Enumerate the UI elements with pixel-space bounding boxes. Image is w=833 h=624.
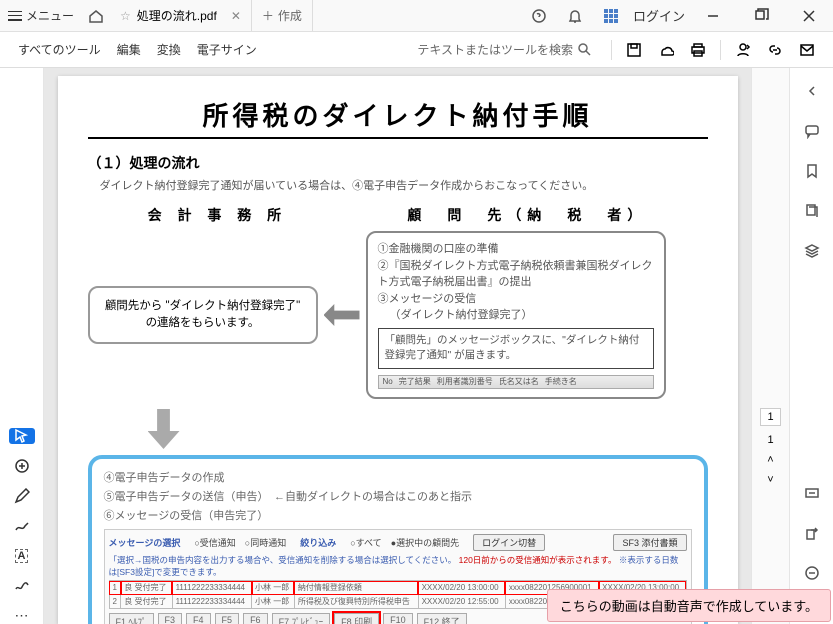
right-steps-box: ①金融機関の口座の準備 ②『国税ダイレクト方式電子納税依頼書兼国税ダイレクト方式… xyxy=(366,231,666,399)
help-icon xyxy=(531,8,547,24)
cloud-button[interactable] xyxy=(654,38,678,62)
inner-message: 「顧問先」のメッセージボックスに、"ダイレクト納付登録完了通知" が届きます。 xyxy=(378,328,654,370)
esign-tool[interactable]: 電子サイン xyxy=(189,37,265,62)
rotate-button[interactable] xyxy=(801,522,823,544)
minimize-button[interactable] xyxy=(693,2,733,30)
pages-icon xyxy=(804,203,820,219)
zoom-out[interactable] xyxy=(801,562,823,584)
text-tool[interactable]: A xyxy=(9,548,35,563)
pdf-page: 所得税のダイレクト納付手順 （１）処理の流れ ダイレクト納付登録完了通知が届いて… xyxy=(58,76,738,624)
chat-icon xyxy=(804,123,820,139)
tab-close[interactable]: ✕ xyxy=(231,9,241,23)
star-icon: ☆ xyxy=(120,9,131,23)
scroll-down[interactable]: ˅ xyxy=(767,474,773,486)
bookmark-panel[interactable] xyxy=(801,160,823,182)
cursor-icon xyxy=(14,428,30,444)
text-icon: A xyxy=(15,549,29,563)
menu-label: メニュー xyxy=(26,7,74,24)
close-button[interactable] xyxy=(789,2,829,30)
tiny-header-bar: No 完了結果 利用者識別番号 氏名又は名 手続き名 xyxy=(378,375,654,389)
cursor-tool[interactable] xyxy=(9,428,35,444)
search-box[interactable]: テキストまたはツールを検索 xyxy=(417,41,593,58)
minimize-icon xyxy=(705,8,721,24)
mail-icon xyxy=(799,42,815,58)
share-button[interactable] xyxy=(731,38,755,62)
page-current: 1 xyxy=(767,434,773,446)
step1: ①金融機関の口座の準備 xyxy=(378,241,654,258)
chevron-icon xyxy=(804,83,820,99)
col-left-label: 会 計 事 務 所 xyxy=(148,205,288,225)
section-heading: （１）処理の流れ xyxy=(88,153,708,173)
tab-title: 処理の流れ.pdf xyxy=(137,7,217,24)
arrow-down-icon xyxy=(148,409,180,449)
hamburger-icon xyxy=(8,11,22,21)
bookmark-icon xyxy=(804,163,820,179)
sign-icon xyxy=(14,577,30,593)
all-tools[interactable]: すべてのツール xyxy=(10,37,109,62)
step6: ⑥メッセージの受信（申告完了） xyxy=(104,507,692,523)
login-label[interactable]: ログイン xyxy=(633,6,685,25)
more-icon: ⋯ xyxy=(15,607,29,624)
convert-tool[interactable]: 変換 xyxy=(149,37,189,62)
save-icon xyxy=(626,42,642,58)
search-icon xyxy=(577,42,593,58)
page-thumb-1[interactable]: 1 xyxy=(760,408,780,426)
chat-panel[interactable] xyxy=(801,120,823,142)
left-callout: 顧問先から "ダイレクト納付登録完了" の連絡をもらいます。 xyxy=(88,286,318,345)
step2: ②『国税ダイレクト方式電子納税依頼書兼国税ダイレクト方式電子納税届出書』の提出 xyxy=(378,258,654,291)
rotate-icon xyxy=(804,525,820,541)
pages-panel[interactable] xyxy=(801,200,823,222)
comment-icon xyxy=(14,458,30,474)
search-placeholder: テキストまたはツールを検索 xyxy=(417,41,573,58)
arrow-left-icon xyxy=(324,304,360,326)
step3b: （ダイレクト納付登録完了） xyxy=(378,307,654,324)
tab-new[interactable]: ＋ 作成 xyxy=(252,0,313,31)
grid-icon xyxy=(604,9,618,23)
sign-tool[interactable] xyxy=(9,577,35,593)
scroll-up[interactable]: ˄ xyxy=(767,454,773,466)
bell-button[interactable] xyxy=(561,2,589,30)
layers-panel[interactable] xyxy=(801,240,823,262)
tab-current[interactable]: ☆ 処理の流れ.pdf ✕ xyxy=(110,0,252,31)
doc-title: 所得税のダイレクト納付手順 xyxy=(88,96,708,139)
step4: ④電子申告データの作成 xyxy=(104,469,692,485)
caption-banner: こちらの動画は自動音声で作成しています。 xyxy=(547,589,831,622)
edit-tool[interactable]: 編集 xyxy=(109,37,149,62)
share-user-icon xyxy=(735,42,751,58)
draw-icon xyxy=(14,518,30,534)
close-icon xyxy=(801,8,817,24)
menu-button[interactable]: メニュー xyxy=(0,3,82,28)
save-button[interactable] xyxy=(622,38,646,62)
minus-icon xyxy=(804,565,820,581)
cloud-icon xyxy=(658,42,674,58)
comment-tool[interactable] xyxy=(9,458,35,474)
link-button[interactable] xyxy=(763,38,787,62)
zoom-fit[interactable] xyxy=(801,482,823,504)
link-icon xyxy=(767,42,783,58)
maximize-icon xyxy=(753,8,769,24)
print-icon xyxy=(690,42,706,58)
maximize-button[interactable] xyxy=(741,2,781,30)
more-tool[interactable]: ⋯ xyxy=(9,607,35,624)
home-button[interactable] xyxy=(82,2,110,30)
section-subtitle: ダイレクト納付登録完了通知が届いている場合は、④電子申告データ作成からおこなって… xyxy=(88,177,708,193)
apps-button[interactable] xyxy=(597,2,625,30)
mail-button[interactable] xyxy=(795,38,819,62)
help-button[interactable] xyxy=(525,2,553,30)
highlight-tool[interactable] xyxy=(9,488,35,504)
fit-icon xyxy=(804,485,820,501)
layers-icon xyxy=(804,243,820,259)
new-tab-label: 作成 xyxy=(278,7,302,24)
bell-icon xyxy=(567,8,583,24)
step3: ③メッセージの受信 xyxy=(378,291,654,308)
plus-icon: ＋ xyxy=(262,7,274,24)
home-icon xyxy=(88,8,104,24)
print-button[interactable] xyxy=(686,38,710,62)
pen-icon xyxy=(14,488,30,504)
step5: ⑤電子申告データの送信（申告） ←自動ダイレクトの場合はこのあと指示 xyxy=(104,488,692,504)
draw-tool[interactable] xyxy=(9,518,35,534)
col-right-label: 顧 問 先（納 税 者） xyxy=(407,205,647,225)
panel-toggle[interactable] xyxy=(801,80,823,102)
